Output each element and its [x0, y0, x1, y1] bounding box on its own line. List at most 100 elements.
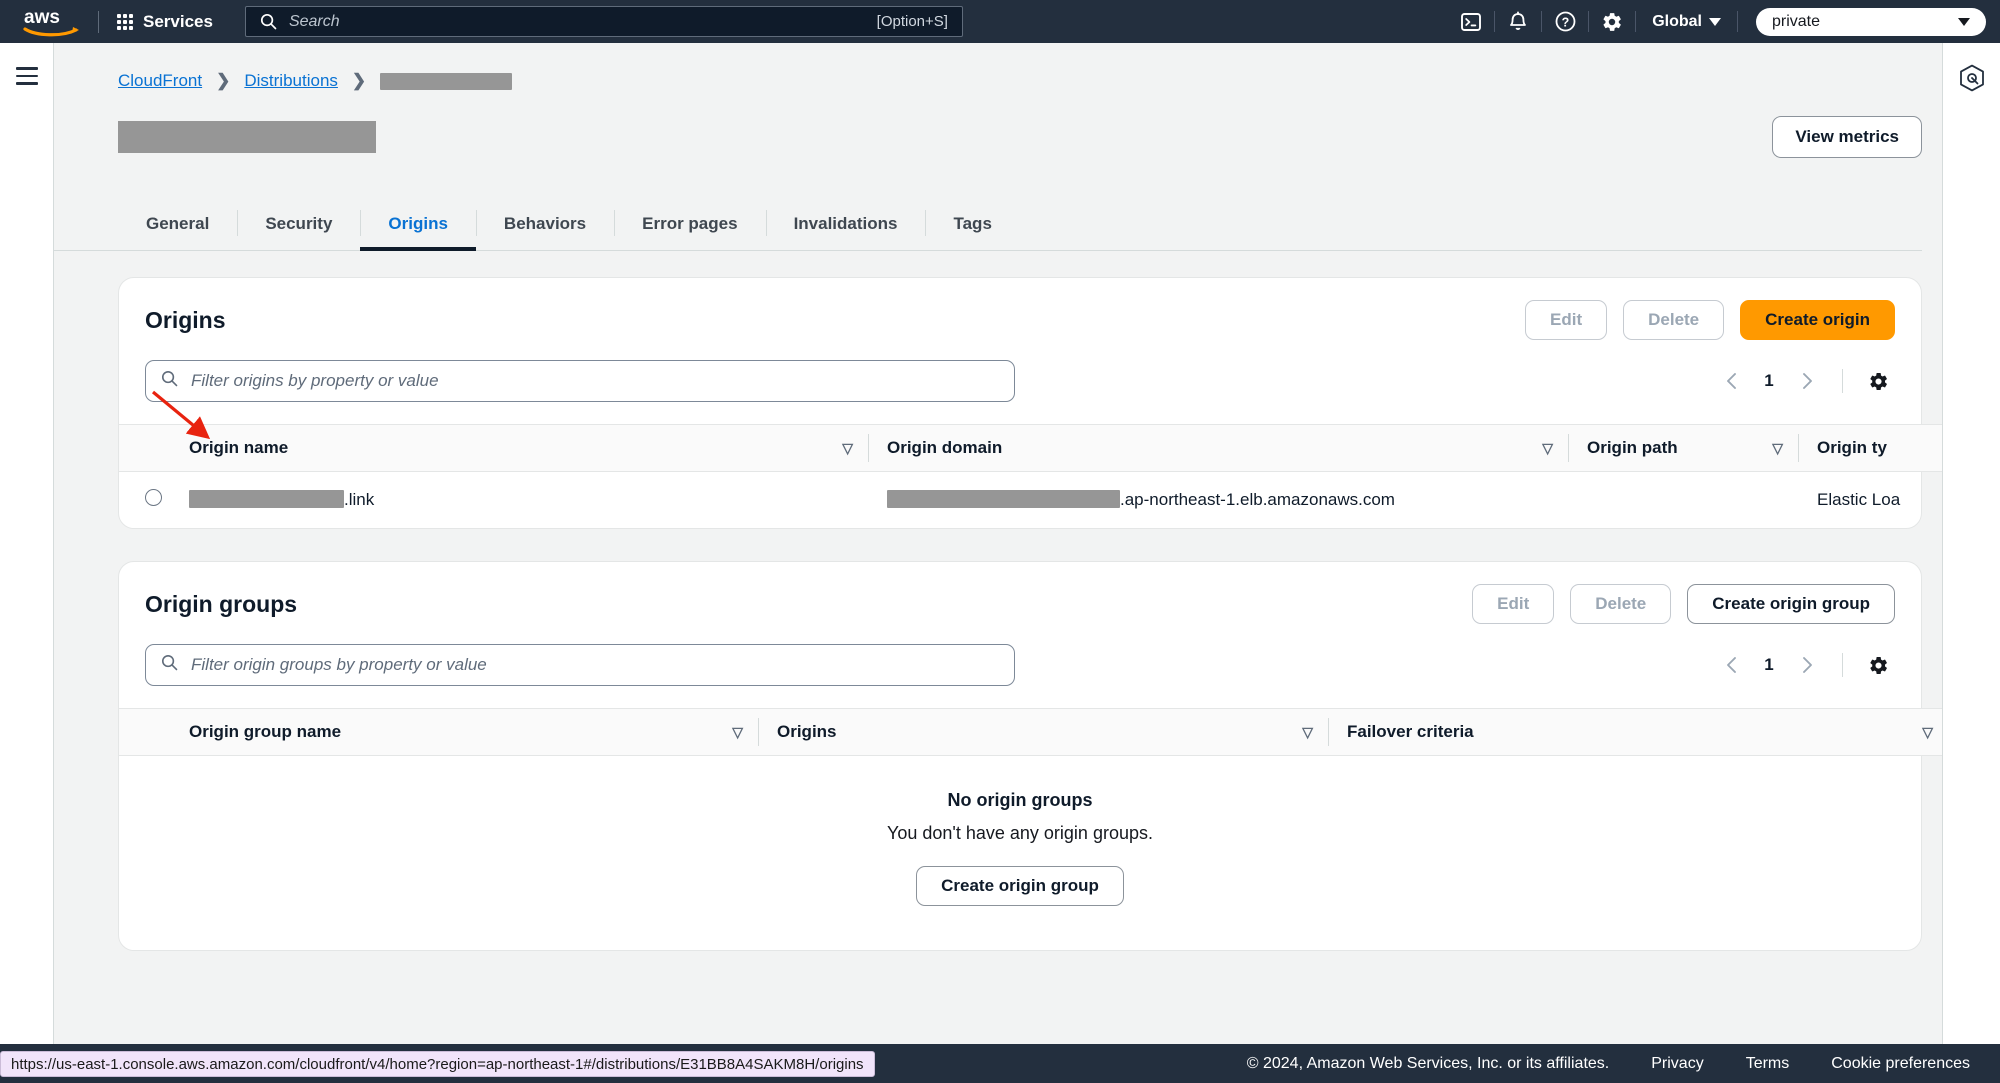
footer-link-terms[interactable]: Terms — [1746, 1055, 1790, 1073]
status-bar-url: https://us-east-1.console.aws.amazon.com… — [11, 1055, 864, 1073]
notifications-bell-icon[interactable] — [1495, 0, 1541, 43]
pagination-page-1[interactable]: 1 — [1754, 371, 1784, 391]
tab-error-pages[interactable]: Error pages — [614, 204, 765, 250]
hamburger-menu-icon[interactable] — [15, 67, 38, 85]
breadcrumb-item-distribution-redacted[interactable] — [380, 72, 513, 90]
origin-groups-panel: Origin groups Edit Delete Create origin … — [118, 561, 1942, 951]
sort-descending-icon[interactable]: ▽ — [732, 724, 743, 741]
tab-tags[interactable]: Tags — [925, 204, 1019, 250]
origins-table: Origin name ▽ Origin domain ▽ Origin pat… — [119, 424, 1942, 528]
origin-groups-panel-actions: Edit Delete Create origin group — [1472, 584, 1895, 624]
svg-text:?: ? — [1561, 15, 1569, 29]
chevron-right-icon[interactable] — [1790, 648, 1824, 682]
origins-panel-actions: Edit Delete Create origin — [1525, 300, 1895, 340]
origin-groups-filter-placeholder: Filter origin groups by property or valu… — [191, 655, 487, 674]
cell-origin-domain: .ap-northeast-1.elb.amazonaws.com — [869, 472, 1569, 529]
tab-label: Tags — [953, 214, 992, 233]
create-origin-button[interactable]: Create origin — [1740, 300, 1895, 340]
origin-groups-empty-state: No origin groups You don't have any orig… — [119, 756, 1921, 950]
search-icon — [260, 13, 277, 30]
delete-origin-group-button[interactable]: Delete — [1570, 584, 1672, 624]
column-label: Origin domain — [887, 438, 1003, 457]
settings-gear-icon[interactable] — [1589, 0, 1635, 43]
view-metrics-button[interactable]: View metrics — [1772, 116, 1922, 158]
origins-filter-placeholder: Filter origins by property or value — [191, 371, 439, 390]
footer-link-cookie-preferences[interactable]: Cookie preferences — [1831, 1055, 1970, 1073]
breadcrumb-item-cloudfront[interactable]: CloudFront — [118, 71, 202, 91]
chevron-left-icon[interactable] — [1714, 648, 1748, 682]
aws-logo[interactable]: aws — [22, 7, 90, 37]
column-label: Origin path — [1587, 438, 1678, 457]
nav-divider — [1737, 11, 1738, 32]
cloudshell-icon[interactable] — [1448, 0, 1494, 43]
column-header-origin-type[interactable]: Origin ty — [1799, 424, 1942, 472]
footer-link-privacy[interactable]: Privacy — [1651, 1055, 1703, 1073]
browser-status-bar: https://us-east-1.console.aws.amazon.com… — [0, 1051, 875, 1077]
help-question-icon[interactable]: ? — [1542, 0, 1588, 43]
page-title-redacted — [118, 121, 376, 153]
column-label: Failover criteria — [1347, 722, 1474, 741]
tab-label: Behaviors — [503, 214, 587, 233]
origin-groups-panel-title: Origin groups — [145, 590, 298, 617]
top-navigation-bar: aws Services Search [Option+S] ? Global … — [0, 0, 2000, 43]
svg-text:aws: aws — [24, 7, 60, 28]
account-label: private — [1772, 12, 1821, 30]
origin-groups-filter-input[interactable]: Filter origin groups by property or valu… — [145, 644, 1015, 686]
region-selector[interactable]: Global — [1636, 13, 1737, 31]
origin-groups-table: Origin group name ▽ Origins ▽ Failover c… — [119, 708, 1942, 756]
chevron-left-icon[interactable] — [1714, 364, 1748, 398]
cell-origin-type: Elastic Loa — [1817, 490, 1901, 509]
sort-descending-icon[interactable]: ▽ — [1302, 724, 1313, 741]
edit-origin-group-button[interactable]: Edit — [1472, 584, 1555, 624]
tab-origins[interactable]: Origins — [360, 204, 476, 251]
create-origin-group-button[interactable]: Create origin group — [1687, 584, 1895, 624]
search-icon — [161, 370, 178, 392]
column-label: Origin ty — [1817, 438, 1887, 457]
tab-invalidations[interactable]: Invalidations — [765, 204, 926, 250]
tab-label: General — [146, 214, 210, 233]
column-header-failover-criteria[interactable]: Failover criteria ▽ — [1329, 708, 1942, 756]
tab-general[interactable]: General — [118, 204, 237, 250]
chevron-right-icon[interactable] — [1790, 364, 1824, 398]
breadcrumb: CloudFront ❯ Distributions ❯ — [54, 43, 1942, 91]
global-search-box[interactable]: Search [Option+S] — [244, 6, 963, 37]
tab-behaviors[interactable]: Behaviors — [475, 204, 614, 250]
cloudfront-service-icon[interactable] — [1955, 61, 1989, 95]
left-navigation-rail — [0, 43, 54, 1044]
services-label: Services — [143, 11, 213, 31]
origin-groups-table-preferences-gear-icon[interactable] — [1861, 648, 1895, 682]
sort-descending-icon[interactable]: ▽ — [1542, 440, 1553, 457]
column-label: Origins — [777, 722, 837, 741]
delete-origin-button[interactable]: Delete — [1623, 300, 1725, 340]
column-header-origins[interactable]: Origins ▽ — [759, 708, 1329, 756]
row-radio-button[interactable] — [145, 489, 162, 506]
column-header-origin-domain[interactable]: Origin domain ▽ — [869, 424, 1569, 472]
cell-origin-path — [1569, 472, 1799, 529]
pagination-page-1[interactable]: 1 — [1754, 655, 1784, 675]
table-row[interactable]: .link .ap-northeast-1.elb.amazonaws.com … — [119, 472, 1942, 529]
origins-filter-row: Filter origins by property or value 1 — [119, 340, 1921, 424]
breadcrumb-separator: ❯ — [351, 71, 367, 90]
sort-descending-icon[interactable]: ▽ — [1772, 440, 1783, 457]
edit-origin-button[interactable]: Edit — [1525, 300, 1608, 340]
empty-state-create-origin-group-button[interactable]: Create origin group — [916, 866, 1124, 906]
empty-state-title: No origin groups — [947, 790, 1093, 810]
tab-label: Security — [265, 214, 333, 233]
column-header-origin-path[interactable]: Origin path ▽ — [1569, 424, 1799, 472]
origin-groups-pagination: 1 — [1714, 648, 1895, 682]
breadcrumb-item-distributions[interactable]: Distributions — [244, 71, 338, 91]
row-select-cell — [119, 472, 189, 529]
sort-descending-icon[interactable]: ▽ — [1922, 724, 1933, 741]
origins-table-preferences-gear-icon[interactable] — [1861, 364, 1895, 398]
main-content-area: CloudFront ❯ Distributions ❯ View metric… — [54, 43, 1942, 1044]
tab-security[interactable]: Security — [237, 204, 360, 250]
tab-label: Error pages — [642, 214, 738, 233]
column-header-origin-group-name[interactable]: Origin group name ▽ — [189, 708, 759, 756]
services-menu-button[interactable]: Services — [107, 6, 223, 38]
origins-filter-input[interactable]: Filter origins by property or value — [145, 360, 1015, 402]
column-header-origin-name[interactable]: Origin name ▽ — [189, 424, 869, 472]
search-input[interactable]: Search — [289, 13, 877, 31]
sort-descending-icon[interactable]: ▽ — [842, 440, 853, 457]
account-selector[interactable]: private — [1756, 7, 1986, 36]
region-label: Global — [1652, 12, 1702, 30]
